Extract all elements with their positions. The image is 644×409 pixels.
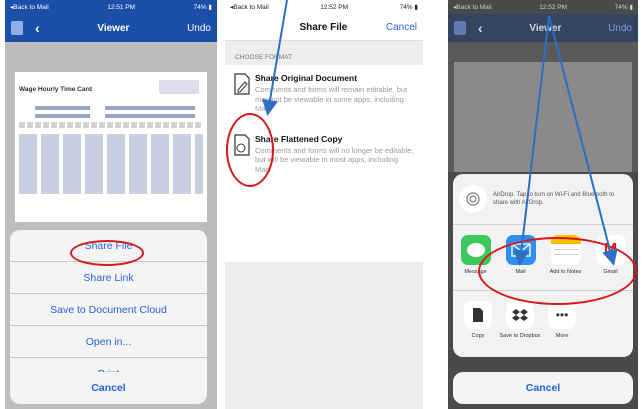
share-original-option[interactable]: Share Original Document Comments and for…: [225, 65, 423, 120]
phone-viewer-actions: ◂Back to Mail 12:51 PM 74% ▮ ‹ Viewer Un…: [5, 0, 217, 409]
nav-bar: ‹ Viewer Undo: [448, 14, 638, 42]
back-to-mail-link[interactable]: ◂Back to Mail: [230, 3, 269, 11]
phone-share-file: ◂Back to Mail 12:52 PM 74% ▮ Share File …: [225, 0, 423, 409]
airdrop-row[interactable]: AirDrop. Tap to turn on Wi-Fi and Blueto…: [453, 174, 633, 225]
action-label: Save to Dropbox: [499, 333, 541, 339]
logo-icon: [159, 80, 199, 94]
option-description: Comments and forms will remain editable,…: [255, 85, 408, 113]
action-label: More: [555, 333, 569, 339]
battery-indicator: 74% ▮: [193, 4, 212, 11]
page-title: Viewer: [97, 22, 130, 34]
back-chevron-icon[interactable]: ‹: [478, 20, 483, 36]
nav-bar: ‹ Viewer Undo: [5, 14, 217, 42]
document-page: [454, 62, 632, 172]
option-title: Share Flattened Copy: [255, 133, 343, 144]
undo-button[interactable]: Undo: [608, 23, 632, 34]
document-title: Wage Hourly Time Card: [19, 86, 92, 93]
empty-area: [225, 262, 423, 409]
highlight-circle: [226, 113, 274, 187]
action-label: Copy: [471, 333, 485, 339]
document-icon[interactable]: [454, 21, 466, 35]
nav-bar: Share File Cancel: [225, 14, 423, 41]
battery-indicator: 74% ▮: [614, 4, 633, 11]
form-field[interactable]: [35, 114, 90, 118]
airdrop-icon: [459, 185, 487, 213]
share-link-button[interactable]: Share Link: [10, 262, 207, 294]
document-edit-icon: [233, 73, 255, 114]
time-table: [19, 134, 203, 194]
status-bar: ◂Back to Mail 12:52 PM 74% ▮: [225, 0, 423, 14]
page-title: Share File: [299, 21, 348, 33]
status-bar: ◂Back to Mail 12:52 PM 74% ▮: [448, 0, 638, 14]
save-to-document-cloud-button[interactable]: Save to Document Cloud: [10, 294, 207, 326]
section-header: CHOOSE FORMAT: [225, 41, 423, 65]
back-to-mail-link[interactable]: ◂Back to Mail: [453, 3, 492, 11]
page-title: Viewer: [529, 22, 562, 34]
save-to-dropbox-action[interactable]: Save to Dropbox: [499, 301, 541, 339]
form-field[interactable]: [35, 106, 90, 110]
form-field[interactable]: [105, 114, 195, 118]
option-description: Comments and forms will no longer be edi…: [255, 145, 414, 174]
copy-icon: [464, 301, 492, 329]
back-chevron-icon[interactable]: ‹: [35, 20, 40, 36]
dropbox-icon: [506, 301, 534, 329]
cancel-button[interactable]: Cancel: [386, 22, 417, 33]
airdrop-text: AirDrop. Tap to turn on Wi-Fi and Blueto…: [493, 192, 615, 206]
open-in-button[interactable]: Open in...: [10, 326, 207, 358]
status-time: 12:52 PM: [320, 3, 349, 11]
more-action[interactable]: ••• More: [541, 301, 583, 339]
document-page: Wage Hourly Time Card: [15, 72, 207, 222]
cancel-button[interactable]: Cancel: [10, 372, 207, 404]
option-title: Share Original Document: [255, 73, 358, 83]
undo-button[interactable]: Undo: [187, 23, 211, 34]
highlight-ellipse: [478, 237, 637, 305]
copy-action[interactable]: Copy: [457, 301, 499, 339]
more-icon: •••: [548, 301, 576, 329]
status-bar: ◂Back to Mail 12:51 PM 74% ▮: [5, 0, 217, 14]
form-field[interactable]: [105, 106, 195, 110]
cancel-button[interactable]: Cancel: [453, 372, 633, 404]
back-to-mail-link[interactable]: ◂Back to Mail: [10, 3, 49, 11]
form-text: [19, 122, 203, 128]
battery-indicator: 74% ▮: [399, 4, 418, 11]
phone-share-sheet: ◂Back to Mail 12:52 PM 74% ▮ ‹ Viewer Un…: [448, 0, 638, 409]
document-icon[interactable]: [11, 21, 23, 35]
highlight-circle: [70, 240, 144, 266]
status-time: 12:52 PM: [539, 3, 568, 11]
document-view: [448, 42, 638, 172]
status-time: 12:51 PM: [107, 3, 136, 11]
